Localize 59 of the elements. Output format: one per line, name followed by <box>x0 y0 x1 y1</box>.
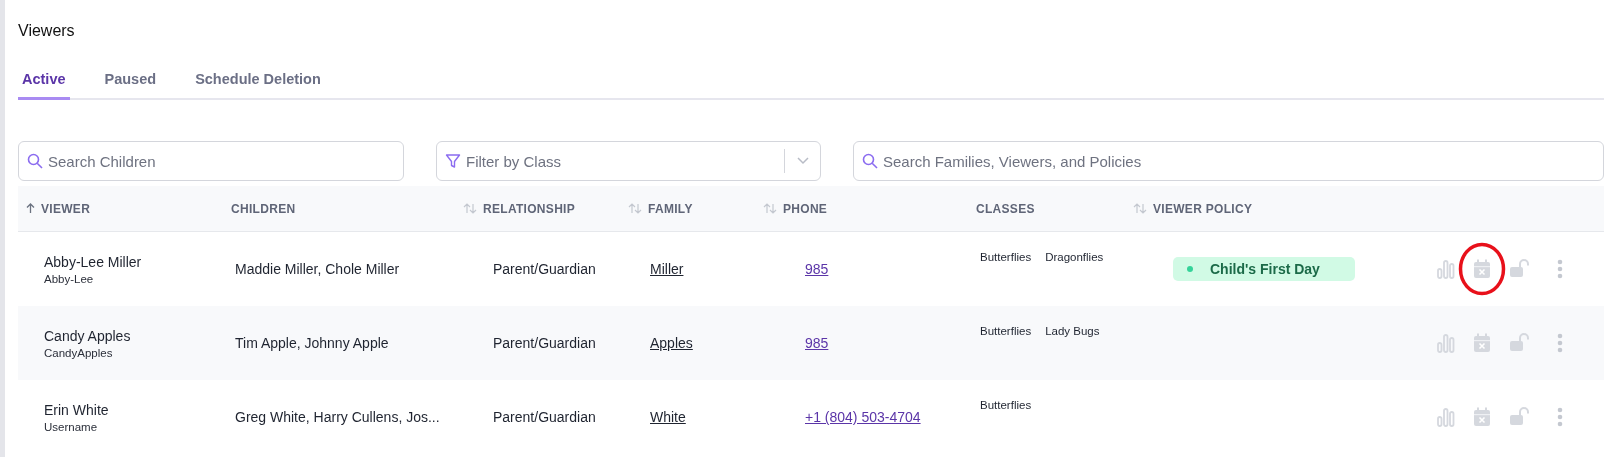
column-header: FAMILY <box>648 201 693 216</box>
calendar-x-icon[interactable] <box>1473 259 1491 279</box>
table-cell-text: Greg White, Harry Cullens, Jos... <box>234 409 441 425</box>
calendar-x-icon[interactable] <box>1473 333 1491 353</box>
bar-chart-icon[interactable] <box>1437 333 1455 353</box>
bar-chart-icon[interactable] <box>1437 407 1455 427</box>
sort-icon[interactable] <box>763 203 777 214</box>
sort-icon[interactable] <box>628 203 642 214</box>
tab[interactable]: Paused <box>100 63 161 100</box>
more-icon[interactable] <box>1557 333 1563 353</box>
unlock-icon[interactable] <box>1509 333 1529 353</box>
phone-link[interactable]: 985 <box>805 261 829 277</box>
phone-link[interactable]: +1 (804) 503-4704 <box>805 409 921 425</box>
class-filter-dropdown[interactable]: Filter by Class <box>436 141 821 181</box>
filter-icon <box>445 153 461 169</box>
table-cell-text: Maddie Miller, Chole Miller <box>234 261 401 277</box>
search-icon <box>27 153 43 169</box>
table-cell-text: Parent/Guardian <box>492 409 597 425</box>
class-label: Butterflies <box>980 399 1032 411</box>
unlock-icon[interactable] <box>1509 407 1529 427</box>
calendar-x-icon[interactable] <box>1473 407 1491 427</box>
class-label: Butterflies <box>980 325 1032 337</box>
search-icon <box>862 153 878 169</box>
tab[interactable]: Active <box>18 63 70 100</box>
search-field[interactable]: Search Children <box>18 141 404 181</box>
column-header: PHONE <box>783 201 828 216</box>
column-header: CHILDREN <box>231 201 296 216</box>
chevron-down-icon <box>797 157 809 165</box>
column-header: VIEWER POLICY <box>1153 201 1253 216</box>
column-header: CLASSES <box>976 201 1035 216</box>
table-cell-text: Parent/Guardian <box>492 261 597 277</box>
tab[interactable]: Schedule Deletion <box>191 63 325 100</box>
family-link[interactable]: White <box>650 409 686 425</box>
bar-chart-icon[interactable] <box>1437 259 1455 279</box>
more-icon[interactable] <box>1557 259 1563 279</box>
family-link[interactable]: Apples <box>650 335 693 351</box>
class-label: Lady Bugs <box>1045 325 1100 337</box>
more-icon[interactable] <box>1557 407 1563 427</box>
viewer-username: Abby-Lee <box>44 272 95 285</box>
policy-badge: Child's First Day <box>1173 257 1355 281</box>
sort-icon[interactable] <box>463 203 477 214</box>
class-label: Butterflies <box>980 251 1032 263</box>
phone-link[interactable]: 985 <box>805 335 829 351</box>
page-title: Viewers <box>18 21 76 41</box>
viewer-name: Candy Apples <box>44 327 132 344</box>
viewer-name: Abby-Lee Miller <box>44 253 143 270</box>
unlock-icon[interactable] <box>1509 259 1529 279</box>
table-cell-text: Parent/Guardian <box>492 335 597 351</box>
search-field[interactable]: Search Families, Viewers, and Policies <box>853 141 1604 181</box>
sort-up-icon[interactable] <box>26 203 35 214</box>
class-label: Dragonflies <box>1045 251 1104 263</box>
column-header: RELATIONSHIP <box>483 201 576 216</box>
viewer-username: Username <box>44 420 99 433</box>
viewer-name: Erin White <box>44 401 110 418</box>
sort-icon[interactable] <box>1133 203 1147 214</box>
table-cell-text: Tim Apple, Johnny Apple <box>234 335 390 351</box>
viewer-username: CandyApples <box>44 346 114 359</box>
column-header: VIEWER <box>41 201 91 216</box>
family-link[interactable]: Miller <box>650 261 684 277</box>
